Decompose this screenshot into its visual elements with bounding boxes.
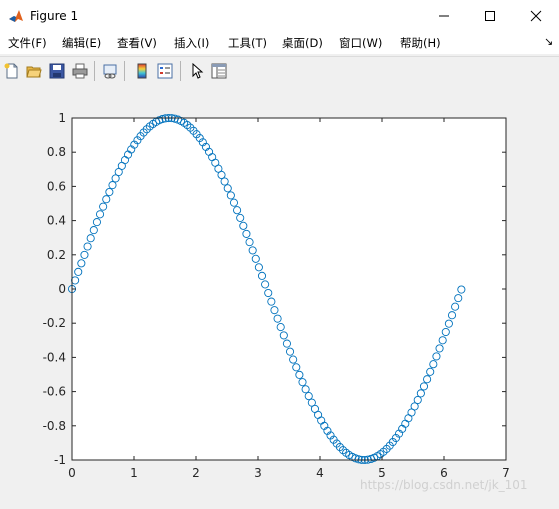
y-tick-label: 0.6 bbox=[47, 179, 66, 193]
y-tick-label: 0.4 bbox=[47, 214, 66, 228]
toolbar bbox=[0, 56, 559, 86]
new-figure-icon bbox=[4, 63, 18, 79]
property-editor-icon bbox=[211, 63, 227, 79]
y-tick-label: -0.2 bbox=[43, 316, 66, 330]
watermark-text: https://blog.csdn.net/jk_101 bbox=[360, 478, 528, 492]
colorbar-icon bbox=[137, 63, 147, 79]
y-tick-label: 0.2 bbox=[47, 248, 66, 262]
y-tick-label: -0.8 bbox=[43, 419, 66, 433]
close-icon bbox=[530, 10, 542, 22]
arrow-icon[interactable]: ↘ bbox=[544, 35, 553, 48]
toolbar-separator bbox=[124, 61, 125, 81]
menu-view[interactable]: 查看(V) bbox=[117, 36, 157, 50]
y-tick-label: 0 bbox=[58, 282, 66, 296]
matlab-logo-icon bbox=[8, 8, 24, 24]
menu-bar: 文件(F) 编辑(E) 查看(V) 插入(I) 工具(T) 桌面(D) 窗口(W… bbox=[0, 32, 559, 54]
link-plot-icon bbox=[103, 64, 117, 79]
menu-desktop[interactable]: 桌面(D) bbox=[282, 36, 323, 50]
toolbar-separator bbox=[94, 61, 95, 81]
y-tick-label: -0.4 bbox=[43, 350, 66, 364]
legend-button[interactable] bbox=[155, 61, 175, 81]
x-tick-label: 0 bbox=[68, 466, 76, 480]
pointer-icon bbox=[192, 63, 204, 79]
y-tick-label: 1 bbox=[58, 111, 66, 125]
y-tick-label: 0.8 bbox=[47, 145, 66, 159]
property-editor-button[interactable] bbox=[209, 61, 229, 81]
menu-insert[interactable]: 插入(I) bbox=[174, 36, 209, 50]
pointer-button[interactable] bbox=[187, 61, 207, 81]
menu-help[interactable]: 帮助(H) bbox=[400, 36, 441, 50]
maximize-icon bbox=[485, 11, 495, 21]
open-file-button[interactable] bbox=[24, 61, 44, 81]
menu-file[interactable]: 文件(F) bbox=[8, 36, 47, 50]
save-button[interactable] bbox=[47, 61, 67, 81]
save-icon bbox=[49, 63, 65, 79]
legend-icon bbox=[157, 63, 173, 79]
y-tick-label: -0.6 bbox=[43, 385, 66, 399]
maximize-button[interactable] bbox=[467, 0, 513, 32]
menu-tools[interactable]: 工具(T) bbox=[228, 36, 267, 50]
colorbar-button[interactable] bbox=[132, 61, 152, 81]
open-file-icon bbox=[26, 66, 42, 78]
sine-plot[interactable]: 0 1 2 3 4 5 6 710.80.60.40.20-0.2-0.4-0.6-0.8-1 bbox=[0, 85, 559, 505]
new-figure-button[interactable] bbox=[2, 61, 22, 81]
print-button[interactable] bbox=[70, 61, 90, 81]
print-icon bbox=[72, 63, 88, 79]
y-tick-label: -1 bbox=[54, 453, 66, 467]
link-plot-button[interactable] bbox=[100, 61, 120, 81]
minimize-icon bbox=[439, 15, 449, 17]
menu-window[interactable]: 窗口(W) bbox=[339, 36, 382, 50]
toolbar-separator bbox=[180, 61, 181, 81]
plot-area bbox=[72, 118, 506, 460]
minimize-button[interactable] bbox=[421, 0, 467, 32]
menu-edit[interactable]: 编辑(E) bbox=[62, 36, 101, 50]
close-button[interactable] bbox=[513, 0, 559, 32]
figure-canvas: 0 1 2 3 4 5 6 7 1 0.8 0.6 0.4 0.2 0 -0.2 -0.4 -0.6 -0.8 -1 bbox=[0, 85, 559, 505]
x-tick-label: 4 bbox=[316, 466, 324, 480]
x-tick-label: 3 bbox=[254, 466, 262, 480]
x-tick-label: 1 bbox=[130, 466, 138, 480]
x-tick-label: 2 bbox=[192, 466, 200, 480]
title-bar: Figure 1 bbox=[0, 0, 559, 32]
window-title: Figure 1 bbox=[30, 9, 79, 23]
